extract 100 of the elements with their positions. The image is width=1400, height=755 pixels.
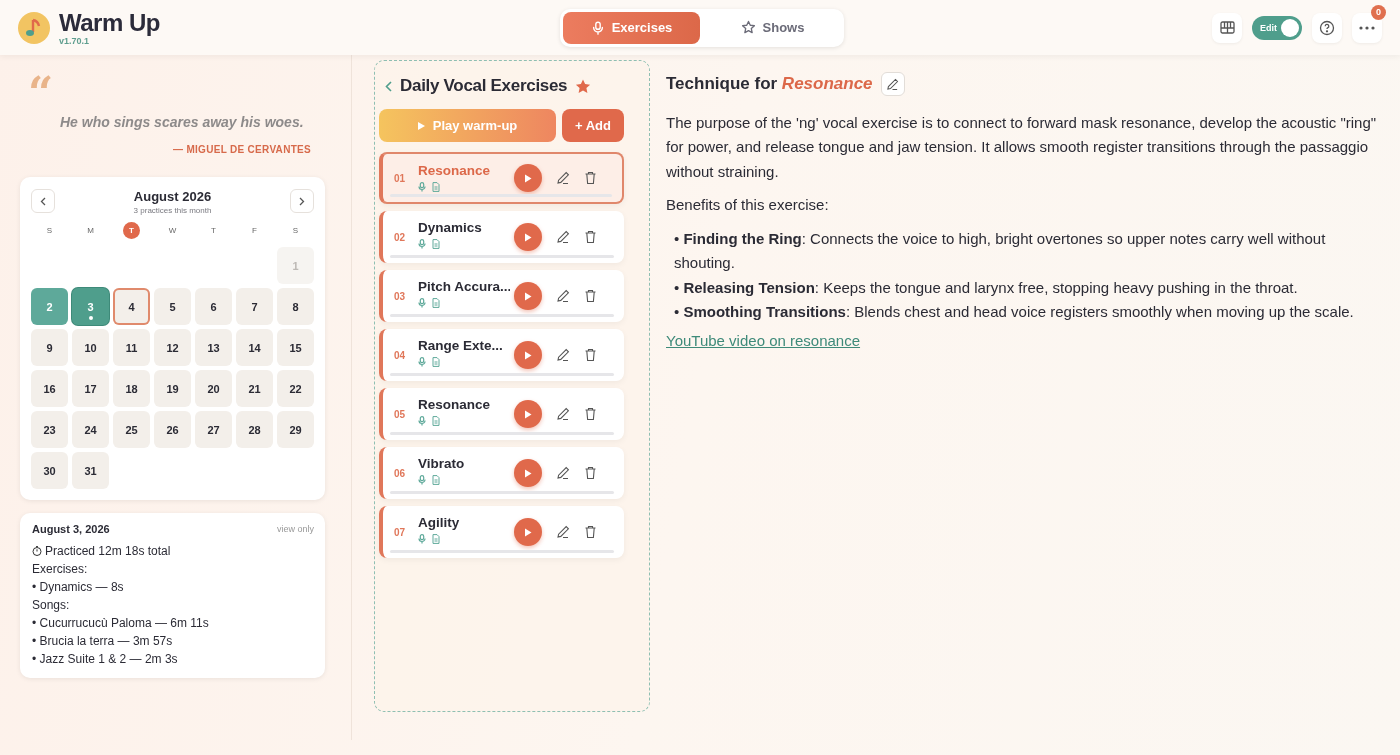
calendar-day[interactable]: 18 [113, 370, 150, 407]
more-icon [1359, 25, 1375, 30]
exercise-number: 07 [394, 526, 407, 538]
exercise-card[interactable]: 03 Pitch Accura... [379, 270, 624, 322]
help-icon[interactable] [1312, 12, 1342, 43]
exercise-name: Range Exte... [418, 337, 504, 354]
document-icon [432, 357, 440, 367]
calendar-day[interactable]: 4 [113, 288, 150, 325]
weekday-label: S [45, 224, 54, 237]
play-icon [524, 527, 532, 537]
microphone-icon [590, 20, 605, 35]
piano-keys-icon[interactable] [1212, 12, 1242, 43]
nav-tab[interactable]: Shows [704, 11, 841, 44]
edit-icon[interactable] [556, 348, 570, 362]
routine-title: Daily Vocal Exercises [400, 76, 568, 96]
calendar-day[interactable]: 27 [195, 411, 232, 448]
calendar-day[interactable]: 15 [277, 329, 314, 366]
exercise-card[interactable]: 02 Dynamics [379, 211, 624, 263]
trash-icon[interactable] [584, 348, 597, 362]
exercise-name: Vibrato [418, 455, 466, 472]
mic-icon [418, 298, 426, 308]
weekday-label: T [123, 221, 140, 239]
play-button[interactable] [514, 341, 542, 369]
quote-author: — MIGUEL DE CERVANTES [173, 144, 311, 155]
exercise-name: Resonance [418, 162, 492, 179]
chevron-right-icon [299, 196, 305, 206]
play-button[interactable] [514, 282, 542, 310]
video-link[interactable]: YouTube video on resonance [666, 331, 861, 349]
benefit-item: • Smoothing Transitions: Blends chest and head voice registers smoothly when moving up the scale. [674, 302, 1355, 322]
trash-icon[interactable] [584, 289, 597, 303]
practice-count: 3 practices this month [133, 206, 212, 215]
edit-icon[interactable] [556, 230, 570, 244]
exercise-name: Agility [418, 514, 461, 531]
play-button[interactable] [514, 223, 542, 251]
music-note-logo [18, 11, 50, 44]
exercise-card[interactable]: 05 Resonance [379, 388, 624, 440]
calendar-day[interactable]: 30 [31, 452, 68, 489]
calendar-day[interactable]: 19 [154, 370, 191, 407]
star-icon [740, 20, 756, 35]
trash-icon[interactable] [584, 407, 597, 421]
mic-icon [418, 239, 426, 249]
edit-icon[interactable] [556, 407, 570, 421]
mic-icon [418, 182, 426, 192]
calendar-day[interactable]: 22 [277, 370, 314, 407]
calendar-day[interactable]: 24 [72, 411, 109, 448]
exercise-card[interactable]: 06 Vibrato [379, 447, 624, 499]
version-label: v1.70.1 [59, 35, 91, 46]
calendar-day[interactable]: 16 [31, 370, 68, 407]
play-button[interactable] [514, 518, 542, 546]
document-icon [432, 416, 440, 426]
star-icon[interactable] [575, 78, 592, 94]
trash-icon[interactable] [584, 171, 597, 185]
document-icon [432, 534, 440, 544]
description-paragraph: The purpose of the 'ng' vocal exercise is to connect to forward mask resonance, develop the acoustic "ring" for power, and release tongue and jaw tension. It allows smooth register transitions through the passaggio without straining. [666, 112, 1378, 182]
edit-icon[interactable] [556, 525, 570, 539]
exercise-number: 05 [394, 408, 407, 420]
view-mode-label: view only [277, 524, 314, 534]
exercise-number: 01 [394, 172, 407, 184]
benefit-item: • Releasing Tension: Keeps the tongue and larynx free, stopping heavy pushing in the throat. [674, 277, 1299, 298]
mic-icon [418, 357, 426, 367]
calendar-day[interactable]: 28 [236, 411, 273, 448]
play-button[interactable] [514, 164, 542, 192]
play-icon [524, 291, 532, 301]
back-icon[interactable] [385, 80, 392, 92]
calendar-day[interactable]: 31 [72, 452, 109, 489]
calendar-day[interactable]: 25 [113, 411, 150, 448]
log-line: • Dynamics — 8s [32, 580, 124, 594]
exercise-number: 03 [394, 290, 407, 302]
calendar-day[interactable]: 13 [195, 329, 232, 366]
exercise-card[interactable]: 07 Agility [379, 506, 624, 558]
play-icon [524, 468, 532, 478]
play-button[interactable] [514, 459, 542, 487]
edit-icon[interactable] [556, 466, 570, 480]
edit-icon[interactable] [556, 289, 570, 303]
practice-total: Practiced 12m 18s total [45, 543, 171, 560]
calendar-day[interactable]: 5 [154, 288, 191, 325]
calendar-day[interactable]: 14 [236, 329, 273, 366]
calendar-day[interactable]: 6 [195, 288, 232, 325]
calendar-day[interactable]: 10 [72, 329, 109, 366]
edit-icon[interactable] [556, 171, 570, 185]
calendar-day[interactable]: 7 [236, 288, 273, 325]
calendar-day[interactable]: 23 [31, 411, 68, 448]
calendar-day[interactable]: 12 [154, 329, 191, 366]
play-button[interactable] [514, 400, 542, 428]
trash-icon[interactable] [584, 466, 597, 480]
calendar-day[interactable]: 20 [195, 370, 232, 407]
trash-icon[interactable] [584, 525, 597, 539]
log-line: • Brucia la terra — 3m 57s [32, 634, 173, 648]
calendar-day[interactable]: 17 [72, 370, 109, 407]
calendar-day[interactable]: 11 [113, 329, 150, 366]
calendar-day[interactable]: 29 [277, 411, 314, 448]
calendar-day[interactable]: 26 [154, 411, 191, 448]
exercise-card[interactable]: 04 Range Exte... [379, 329, 624, 381]
trash-icon[interactable] [584, 230, 597, 244]
calendar-day[interactable]: 8 [277, 288, 314, 325]
technique-title: Technique for Resonance [666, 73, 873, 95]
calendar-day[interactable]: 9 [31, 329, 68, 366]
weekday-label: T [210, 224, 217, 237]
calendar-day[interactable]: 21 [236, 370, 273, 407]
benefit-item: • Finding the Ring: Connects the voice to high, bright overtones so upper notes carry well without shouting. [674, 228, 1327, 273]
